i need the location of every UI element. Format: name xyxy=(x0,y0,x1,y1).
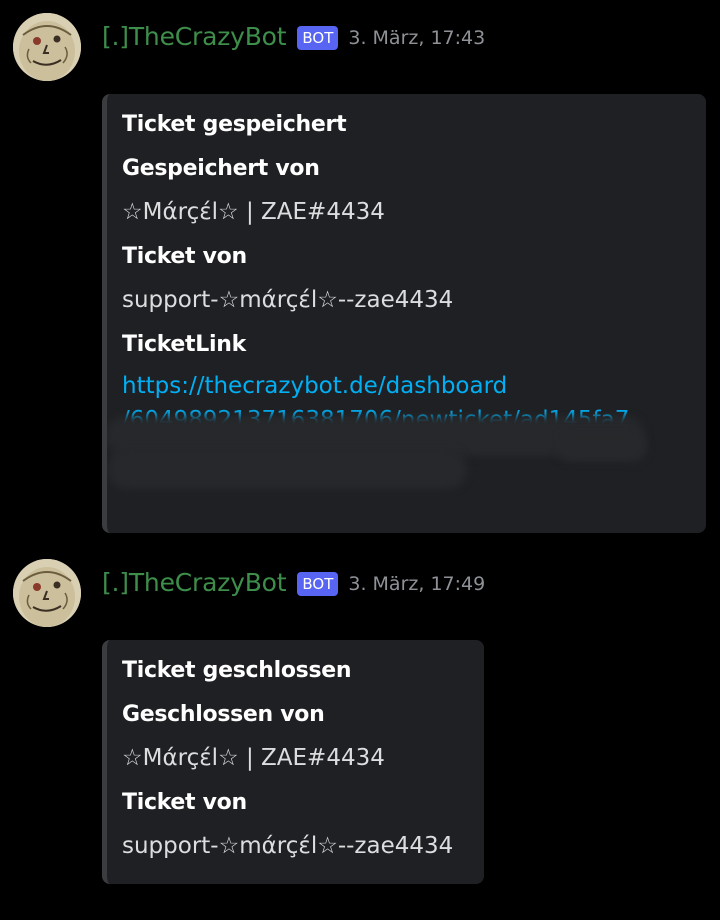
message-timestamp[interactable]: 3. März, 17:49 xyxy=(348,573,485,595)
redaction-scribble xyxy=(557,432,647,462)
ticket-closed-embed: Ticket geschlossen Geschlossen von ☆Mάrç… xyxy=(102,640,484,884)
field-value-closed-by: ☆Mάrçέl☆ | ZAE#4434 xyxy=(122,745,385,771)
bot-badge: BOT xyxy=(297,25,339,50)
embed-title: Ticket gespeichert xyxy=(122,112,347,137)
field-value-saved-by: ☆Mάrçέl☆ | ZAE#4434 xyxy=(122,199,385,225)
author-name[interactable]: [.]TheCrazyBot xyxy=(102,22,287,51)
field-name-ticket-link: TicketLink xyxy=(122,332,246,357)
hand-drawn-face-icon xyxy=(13,13,81,81)
message-header: [.]TheCrazyBot BOT 3. März, 17:49 xyxy=(102,568,485,597)
author-name[interactable]: [.]TheCrazyBot xyxy=(102,568,287,597)
field-name-closed-by: Geschlossen von xyxy=(122,702,325,727)
bot-avatar[interactable] xyxy=(13,13,81,81)
embed-title: Ticket geschlossen xyxy=(122,658,352,683)
message-timestamp[interactable]: 3. März, 17:43 xyxy=(348,27,485,49)
bot-badge: BOT xyxy=(297,571,339,596)
field-name-ticket-from: Ticket von xyxy=(122,244,247,269)
field-value-ticket-from: support-☆mάrçέl☆--zae4434 xyxy=(122,833,454,859)
hand-drawn-face-icon xyxy=(13,559,81,627)
ticket-saved-embed: Ticket gespeichert Gespeichert von ☆Mάrç… xyxy=(102,94,706,533)
field-value-ticket-from: support-☆mάrçέl☆--zae4434 xyxy=(122,287,454,313)
message-header: [.]TheCrazyBot BOT 3. März, 17:43 xyxy=(102,22,485,51)
field-name-ticket-from: Ticket von xyxy=(122,790,247,815)
ticket-link-line-1[interactable]: https://thecrazybot.de/dashboard xyxy=(122,369,688,403)
field-name-saved-by: Gespeichert von xyxy=(122,156,320,181)
redaction-scribble xyxy=(107,449,467,489)
bot-avatar[interactable] xyxy=(13,559,81,627)
